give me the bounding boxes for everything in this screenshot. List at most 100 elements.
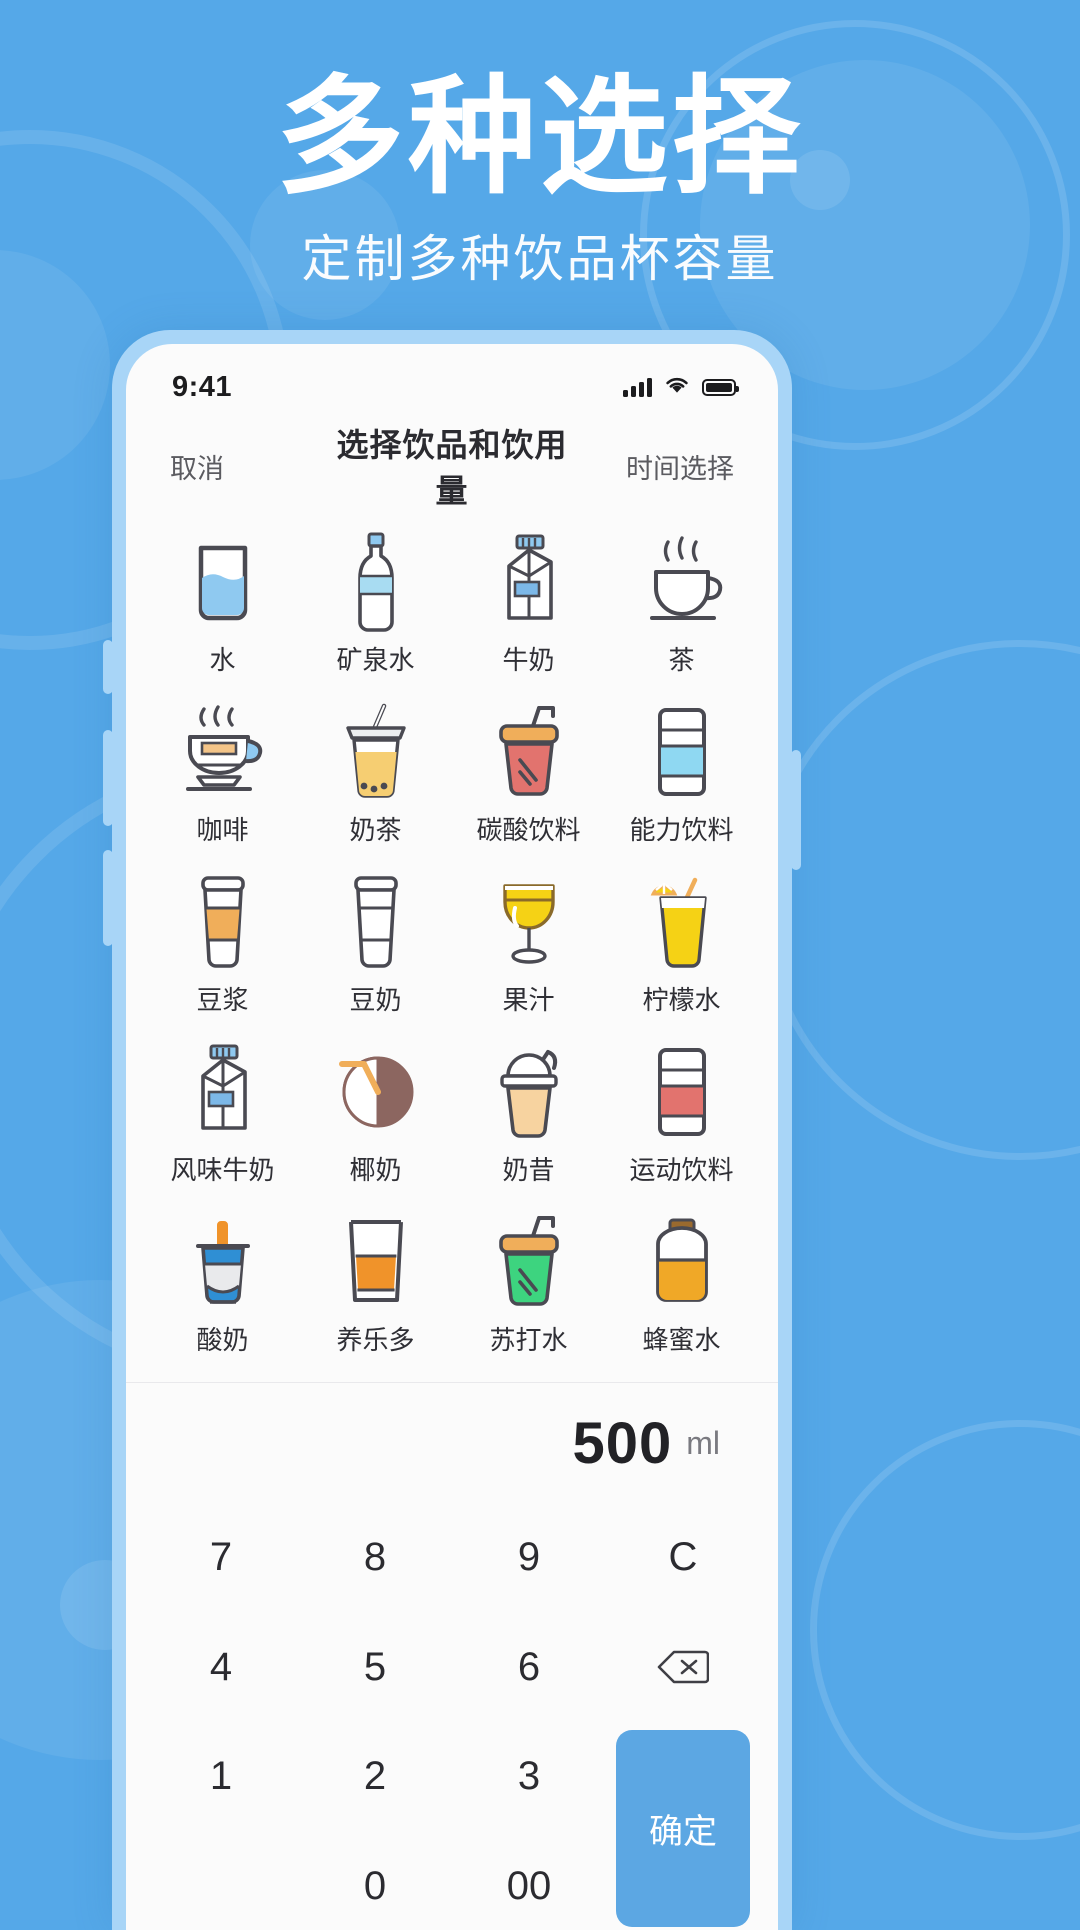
bubble-decoration: [810, 1420, 1080, 1840]
drink-item-tea[interactable]: 茶: [605, 518, 758, 688]
drink-item-mineral-water[interactable]: 矿泉水: [299, 518, 452, 688]
drink-label: 豆奶: [349, 980, 401, 1017]
status-bar: 9:41: [126, 344, 778, 420]
juice-glass-icon: [473, 868, 585, 976]
drink-label: 能力饮料: [629, 810, 733, 847]
amount-display: 500 ml: [126, 1383, 778, 1503]
key-6[interactable]: 6: [452, 1613, 606, 1723]
nav-bar: 取消 选择饮品和饮用量 时间选择: [126, 420, 778, 512]
drink-item-energy[interactable]: 能力饮料: [605, 688, 758, 858]
drink-item-water[interactable]: 水: [146, 518, 299, 688]
wifi-icon: [663, 375, 691, 400]
phone-volume-down-button: [103, 850, 113, 946]
drink-label: 养乐多: [336, 1320, 414, 1357]
key-5[interactable]: 5: [298, 1613, 452, 1723]
promo-header: 多种选择 定制多种饮品杯容量: [0, 0, 1080, 291]
honey-jar-icon: [626, 1208, 738, 1316]
drink-label: 果汁: [502, 980, 554, 1017]
page-title: 选择饮品和饮用量: [330, 420, 574, 512]
key-8[interactable]: 8: [298, 1503, 452, 1613]
drink-label: 矿泉水: [336, 640, 414, 677]
drink-item-flavored-milk[interactable]: 风味牛奶: [146, 1028, 299, 1198]
mineral-water-bottle-icon: [320, 528, 432, 636]
lemonade-glass-icon: [626, 868, 738, 976]
yakult-bottle-icon: [320, 1208, 432, 1316]
key-backspace[interactable]: [606, 1613, 760, 1723]
drink-item-yakult[interactable]: 养乐多: [299, 1198, 452, 1368]
phone-mockup: 9:41 取消 选择饮品和饮用量 时间选择: [112, 330, 792, 1930]
time-select-button[interactable]: 时间选择: [574, 447, 734, 486]
status-bar-time: 9:41: [172, 371, 232, 404]
drink-item-coconut-milk[interactable]: 椰奶: [299, 1028, 452, 1198]
key-1[interactable]: 1: [144, 1722, 298, 1832]
drink-label: 水: [209, 640, 235, 677]
drink-label: 风味牛奶: [170, 1150, 274, 1187]
bubble-decoration: [760, 640, 1080, 1160]
drink-item-honey-water[interactable]: 蜂蜜水: [605, 1198, 758, 1368]
key-0[interactable]: 0: [298, 1832, 452, 1930]
drink-item-milk[interactable]: 牛奶: [452, 518, 605, 688]
key-9[interactable]: 9: [452, 1503, 606, 1613]
backspace-icon: [657, 1648, 709, 1686]
drink-label: 豆浆: [196, 980, 248, 1017]
energy-drink-can-icon: [626, 698, 738, 806]
yogurt-cup-icon: [167, 1208, 279, 1316]
soybean-milk-cup-icon: [320, 868, 432, 976]
drink-label: 牛奶: [502, 640, 554, 677]
status-bar-icons: [623, 375, 736, 400]
coffee-cup-icon: [167, 698, 279, 806]
key-clear[interactable]: C: [606, 1503, 760, 1613]
promo-subtitle: 定制多种饮品杯容量: [0, 219, 1080, 291]
tea-cup-icon: [626, 528, 738, 636]
key-blank: [144, 1832, 298, 1930]
key-4[interactable]: 4: [144, 1613, 298, 1723]
water-glass-icon: [167, 528, 279, 636]
sports-drink-can-icon: [626, 1038, 738, 1146]
drink-label: 咖啡: [196, 810, 248, 847]
drink-label: 椰奶: [349, 1150, 401, 1187]
phone-power-button: [791, 750, 801, 870]
key-2[interactable]: 2: [298, 1722, 452, 1832]
confirm-button[interactable]: 确定: [616, 1730, 750, 1927]
drink-item-carbonated[interactable]: 碳酸饮料: [452, 688, 605, 858]
phone-screen: 9:41 取消 选择饮品和饮用量 时间选择: [126, 344, 778, 1930]
drink-item-lemonade[interactable]: 柠檬水: [605, 858, 758, 1028]
phone-mute-switch: [103, 640, 113, 694]
drink-label: 运动饮料: [629, 1150, 733, 1187]
key-3[interactable]: 3: [452, 1722, 606, 1832]
drink-item-soda-water[interactable]: 苏打水: [452, 1198, 605, 1368]
numeric-keypad: 7 8 9 C 4 5 6 1 2 3 0 00 确定: [126, 1503, 778, 1930]
drink-label: 奶昔: [502, 1150, 554, 1187]
drink-item-milkshake[interactable]: 奶昔: [452, 1028, 605, 1198]
drink-item-milk-tea[interactable]: 奶茶: [299, 688, 452, 858]
drink-label: 茶: [668, 640, 694, 677]
cancel-button[interactable]: 取消: [170, 447, 330, 486]
bubble-tea-icon: [320, 698, 432, 806]
drink-item-soybean-milk[interactable]: 豆奶: [299, 858, 452, 1028]
milk-carton-icon: [473, 528, 585, 636]
drink-label: 酸奶: [196, 1320, 248, 1357]
drink-label: 苏打水: [489, 1320, 567, 1357]
drink-label: 柠檬水: [642, 980, 720, 1017]
promo-title: 多种选择: [0, 66, 1080, 209]
drink-item-juice[interactable]: 果汁: [452, 858, 605, 1028]
battery-icon: [702, 379, 736, 396]
drink-grid: 水 矿泉水: [126, 512, 778, 1382]
key-double-zero[interactable]: 00: [452, 1832, 606, 1930]
amount-value: 500: [572, 1410, 672, 1477]
drink-item-yogurt[interactable]: 酸奶: [146, 1198, 299, 1368]
soda-cup-icon: [473, 698, 585, 806]
key-7[interactable]: 7: [144, 1503, 298, 1613]
coconut-milk-icon: [320, 1038, 432, 1146]
soda-water-cup-icon: [473, 1208, 585, 1316]
milkshake-cup-icon: [473, 1038, 585, 1146]
signal-bars-icon: [623, 377, 652, 397]
soy-milk-cup-icon: [167, 868, 279, 976]
drink-label: 蜂蜜水: [642, 1320, 720, 1357]
drink-item-sports[interactable]: 运动饮料: [605, 1028, 758, 1198]
amount-unit: ml: [686, 1425, 720, 1462]
drink-item-coffee[interactable]: 咖啡: [146, 688, 299, 858]
phone-volume-up-button: [103, 730, 113, 826]
flavored-milk-carton-icon: [167, 1038, 279, 1146]
drink-item-soymilk[interactable]: 豆浆: [146, 858, 299, 1028]
